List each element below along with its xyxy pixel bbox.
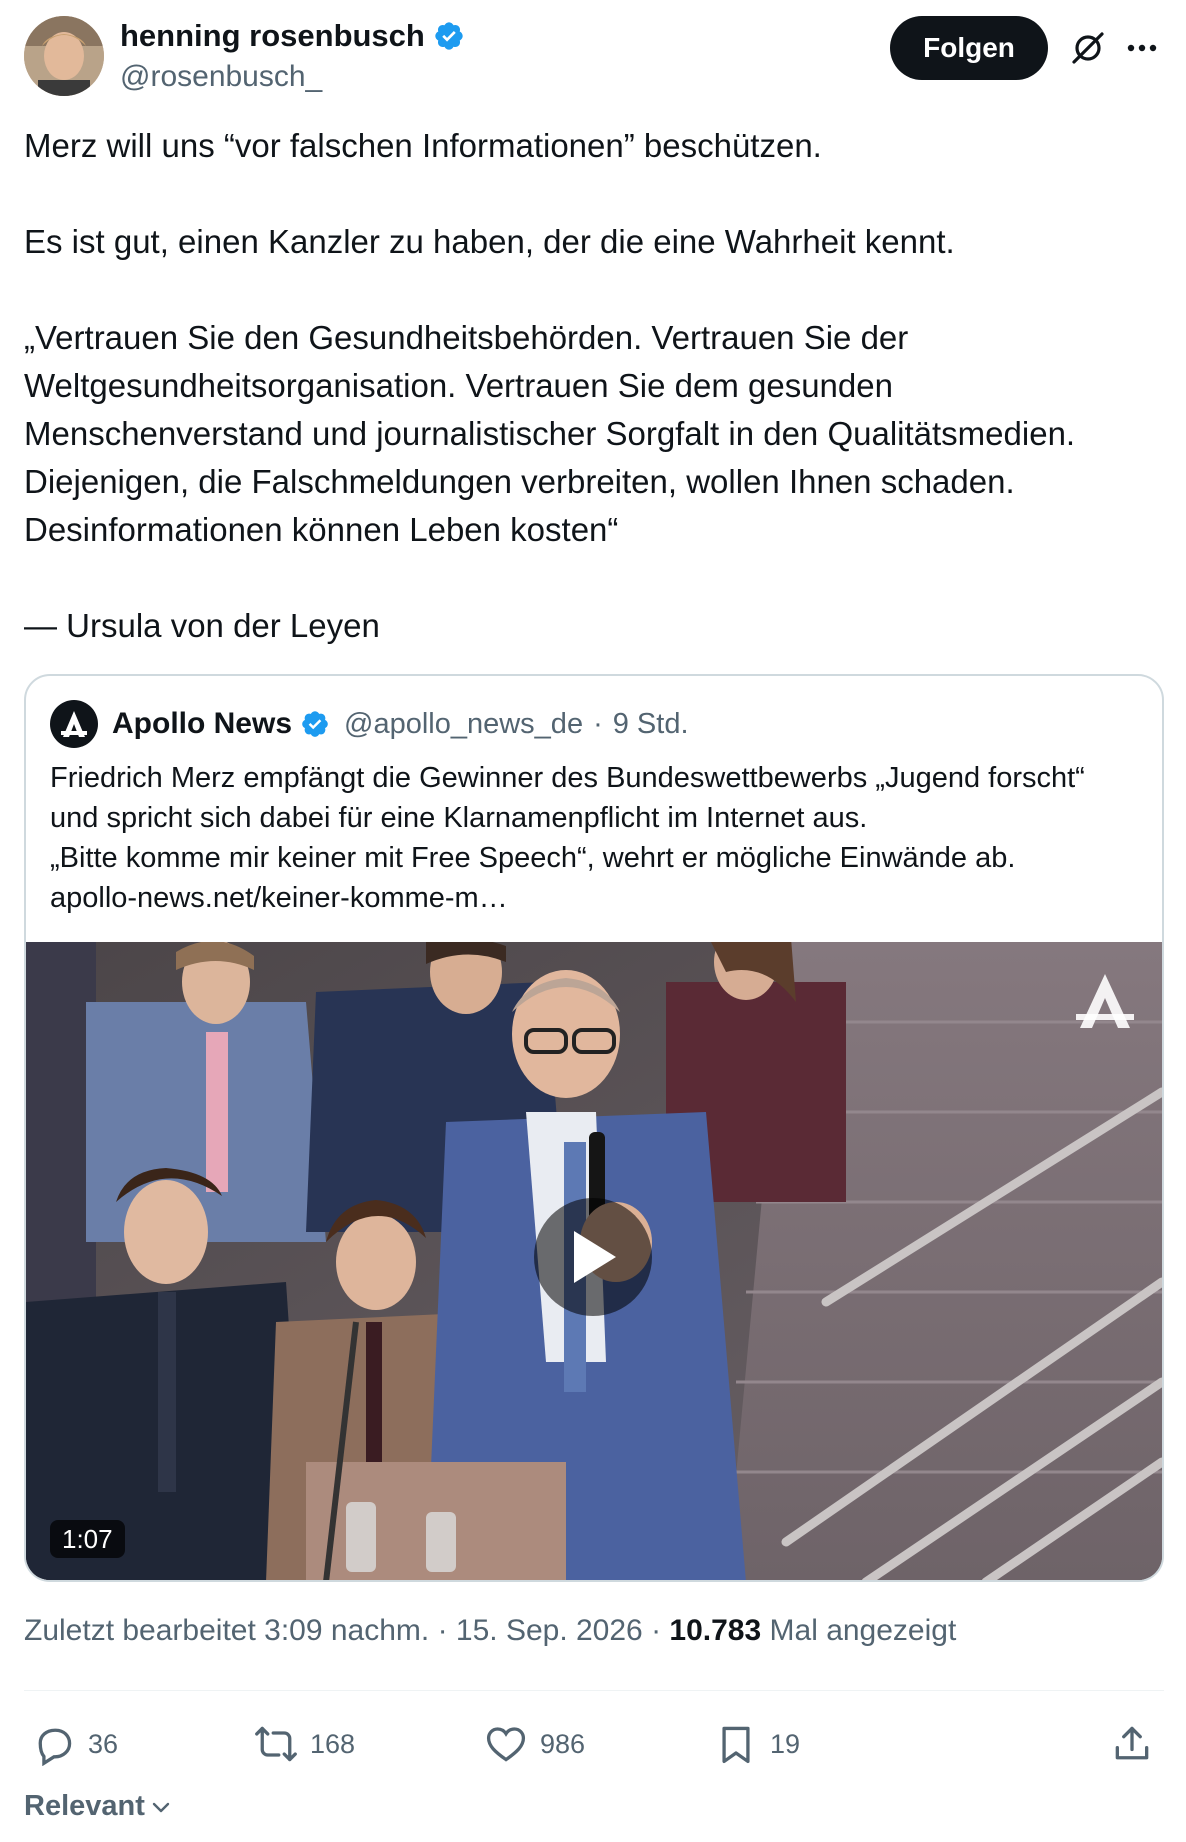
quoted-tweet-text: Friedrich Merz empfängt die Gewinner des… [50, 758, 1140, 918]
separator-dot: · [593, 707, 603, 740]
quoted-tweet-header: Apollo News @apollo_news_de · 9 Std. [50, 700, 689, 748]
tweet-date[interactable]: 15. Sep. 2026 [456, 1614, 643, 1647]
author-name[interactable]: henning rosenbusch [120, 18, 425, 54]
views-label: Mal angezeigt [769, 1614, 957, 1647]
edited-label[interactable]: Zuletzt bearbeitet 3:09 nachm. [24, 1614, 429, 1647]
author-avatar[interactable] [24, 16, 104, 96]
quoted-tweet[interactable]: Apollo News @apollo_news_de · 9 Std. Fri… [24, 674, 1164, 1582]
follow-button[interactable]: Folgen [890, 16, 1048, 80]
tweet-header: henning rosenbusch @rosenbusch_ Folgen [24, 16, 1162, 98]
bookmark-button[interactable]: 19 [714, 1722, 800, 1766]
repost-icon [255, 1726, 297, 1762]
tweet-paragraph: Merz will uns “vor falschen Informatione… [24, 127, 822, 164]
bookmark-count: 19 [770, 1728, 801, 1759]
heart-icon [486, 1727, 526, 1762]
reply-button[interactable]: 36 [32, 1722, 118, 1766]
quoted-author-handle[interactable]: @apollo_news_de [344, 708, 583, 741]
reply-count: 36 [88, 1728, 119, 1759]
quoted-tweet-time[interactable]: 9 Std. [613, 708, 689, 741]
sort-label: Relevant [24, 1790, 145, 1822]
more-icon[interactable] [1122, 28, 1162, 68]
views-count: 10.783 [669, 1614, 762, 1647]
author-handle[interactable]: @rosenbusch_ [120, 60, 322, 94]
divider [24, 1690, 1164, 1691]
chevron-down-icon [152, 1802, 170, 1812]
quoted-author-name[interactable]: Apollo News [112, 707, 292, 741]
sort-dropdown[interactable]: Relevant [24, 1790, 173, 1823]
reply-icon [38, 1728, 72, 1766]
video-player[interactable]: 1:07 [26, 942, 1162, 1580]
repost-count: 168 [310, 1728, 356, 1759]
like-count: 986 [540, 1728, 586, 1759]
quoted-text-line: Friedrich Merz empfängt die Gewinner des… [50, 762, 1085, 834]
meta-separator: · [651, 1614, 670, 1647]
verified-badge-icon [435, 22, 463, 50]
apollo-news-logo-icon[interactable] [50, 700, 98, 748]
share-button[interactable] [1110, 1722, 1154, 1766]
apollo-watermark-icon [1076, 974, 1134, 1028]
share-icon [1115, 1726, 1149, 1760]
author-name-row[interactable]: henning rosenbusch [120, 18, 465, 54]
tweet-paragraph: Es ist gut, einen Kanzler zu haben, der … [24, 223, 955, 260]
meta-separator: · [437, 1614, 456, 1647]
quoted-link[interactable]: apollo-news.net/keiner-komme-m… [50, 878, 1140, 918]
repost-button[interactable]: 168 [254, 1722, 355, 1766]
like-button[interactable]: 986 [484, 1722, 585, 1766]
tweet-meta: Zuletzt bearbeitet 3:09 nachm. · 15. Sep… [24, 1614, 956, 1648]
tweet-text: Merz will uns “vor falschen Informatione… [24, 122, 1164, 650]
tweet-paragraph: „Vertrauen Sie den Gesundheitsbehörden. … [24, 319, 1085, 548]
video-duration: 1:07 [50, 1520, 125, 1558]
bookmark-icon [722, 1726, 750, 1764]
action-bar: 36 168 986 19 [24, 1706, 1164, 1786]
grok-icon[interactable] [1068, 28, 1108, 68]
tweet-paragraph: — Ursula von der Leyen [24, 607, 380, 644]
play-button[interactable] [534, 1198, 652, 1316]
play-icon [574, 1231, 616, 1283]
quoted-text-line: „Bitte komme mir keiner mit Free Speech“… [50, 842, 1016, 874]
verified-badge-icon [302, 711, 328, 737]
